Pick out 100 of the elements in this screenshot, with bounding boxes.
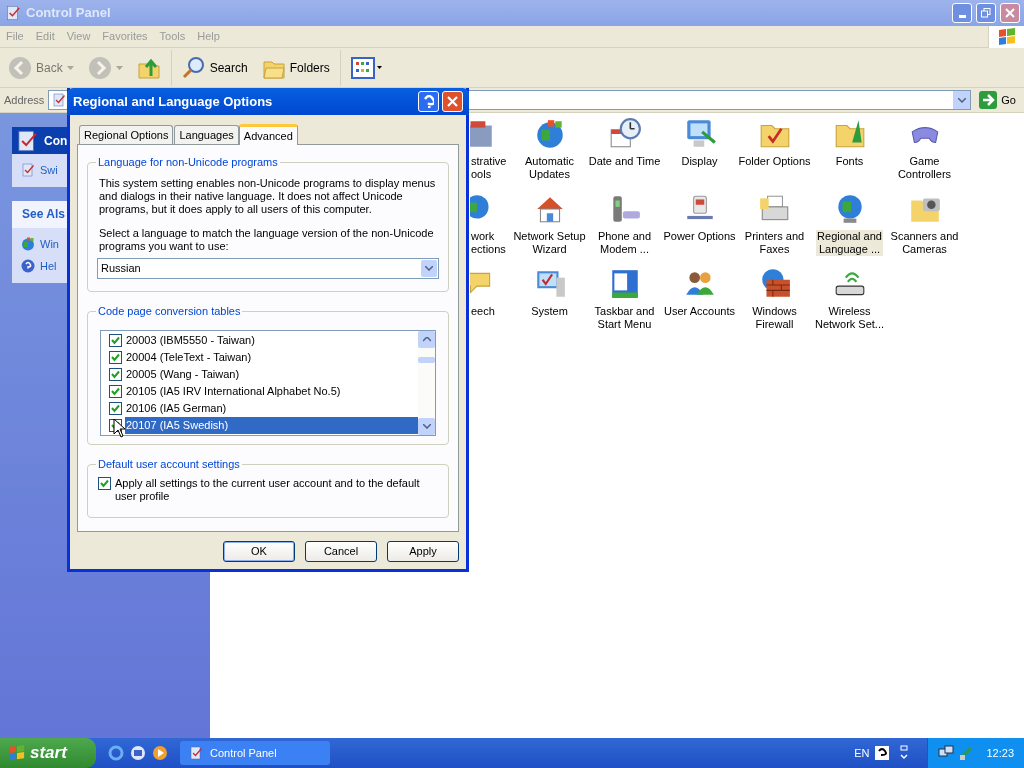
go-arrow-icon bbox=[979, 91, 998, 109]
control-panel-item[interactable]: Phone and Modem ... bbox=[587, 192, 662, 267]
list-item[interactable]: 20005 (Wang - Taiwan) bbox=[125, 365, 418, 383]
item-label: strative ools bbox=[470, 155, 508, 181]
checkbox[interactable] bbox=[109, 401, 122, 415]
mail-icon[interactable] bbox=[130, 745, 146, 761]
list-item[interactable]: 20106 (IA5 German) bbox=[125, 399, 418, 417]
close-button[interactable] bbox=[442, 91, 463, 112]
views-icon bbox=[350, 56, 383, 79]
control-panel-item[interactable]: Date and Time bbox=[587, 117, 662, 192]
item-label: Automatic Updates bbox=[524, 155, 575, 181]
dialog-title: Regional and Language Options bbox=[73, 92, 274, 111]
windows-flag-icon bbox=[996, 27, 1017, 46]
help-icon bbox=[423, 95, 434, 108]
item-label: work ections bbox=[470, 230, 507, 256]
minimize-button[interactable] bbox=[952, 3, 972, 23]
list-item[interactable]: 20004 (TeleText - Taiwan) bbox=[125, 348, 418, 366]
restore-icon[interactable] bbox=[899, 745, 910, 761]
item-label: Fonts bbox=[834, 155, 865, 168]
list-item[interactable]: 20105 (IA5 IRV International Alphabet No.5) bbox=[125, 382, 418, 400]
panel-header[interactable]: See Als bbox=[12, 200, 67, 228]
checkbox[interactable] bbox=[109, 384, 122, 398]
control-panel-item[interactable]: Network Setup Wizard bbox=[512, 192, 587, 267]
help-icon bbox=[20, 258, 36, 275]
task-link[interactable]: Win bbox=[40, 235, 59, 252]
group-title: Code page conversion tables bbox=[97, 304, 242, 319]
control-panel-item[interactable]: Folder Options bbox=[737, 117, 812, 192]
scroll-down-icon[interactable] bbox=[418, 417, 435, 435]
item-label: Taskbar and Start Menu bbox=[593, 305, 656, 331]
scrollbar[interactable] bbox=[418, 330, 435, 435]
caret-icon bbox=[66, 65, 74, 70]
tab[interactable]: Languages bbox=[174, 125, 239, 144]
start-button[interactable]: start bbox=[0, 738, 96, 768]
control-panel-item[interactable]: Wireless Network Set... bbox=[812, 267, 887, 342]
checkbox[interactable] bbox=[98, 476, 111, 490]
item-label: eech bbox=[470, 305, 496, 318]
media-player-icon[interactable] bbox=[152, 745, 168, 761]
control-panel-item[interactable]: Regional and Language ... bbox=[812, 192, 887, 267]
control-panel-item[interactable]: System bbox=[512, 267, 587, 342]
language-select[interactable]: Russian bbox=[97, 257, 439, 279]
checkbox-label[interactable]: Apply all settings to the current user account and to the default user profile bbox=[115, 476, 438, 503]
control-panel-item[interactable]: Power Options bbox=[662, 192, 737, 267]
control-panel-icon bbox=[20, 162, 36, 179]
item-label: Phone and Modem ... bbox=[596, 230, 653, 256]
control-panel-icon bbox=[188, 745, 204, 761]
group-title: Language for non-Unicode programs bbox=[97, 155, 279, 170]
taskbar-button[interactable]: Control Panel bbox=[180, 741, 330, 765]
checkbox[interactable] bbox=[109, 367, 122, 381]
checkbox[interactable] bbox=[109, 333, 122, 347]
scroll-up-icon[interactable] bbox=[418, 330, 435, 348]
panel-title: Con bbox=[44, 132, 68, 150]
control-panel-item[interactable]: Taskbar and Start Menu bbox=[587, 267, 662, 342]
item-label: Display bbox=[680, 155, 719, 168]
item-label: Printers and Faxes bbox=[743, 230, 806, 256]
browser-icon[interactable] bbox=[108, 745, 124, 761]
list-item[interactable]: 20003 (IBM5550 - Taiwan) bbox=[125, 331, 418, 349]
control-panel-item[interactable]: Game Controllers bbox=[887, 117, 962, 192]
item-label: Regional and Language ... bbox=[816, 230, 883, 256]
tab[interactable]: Regional Options bbox=[79, 125, 174, 144]
dialog-button[interactable]: Apply bbox=[387, 541, 459, 562]
control-panel-item[interactable]: Scanners and Cameras bbox=[887, 192, 962, 267]
control-panel-item[interactable]: Automatic Updates bbox=[512, 117, 587, 192]
dialog-button[interactable]: Cancel bbox=[305, 541, 377, 562]
control-panel-item[interactable]: eech bbox=[470, 267, 512, 342]
list-item[interactable]: 20107 (IA5 Swedish) bbox=[125, 416, 418, 434]
item-label: Date and Time bbox=[587, 155, 662, 168]
description-text: This system setting enables non-Unicode programs to display menus and dialogs in their native language. It does not affect Unicode programs, but it does apply to all users of this computer. bbox=[99, 175, 437, 216]
control-panel-item[interactable]: Display bbox=[662, 117, 737, 192]
task-link[interactable]: Hel bbox=[40, 258, 57, 275]
item-label: Network Setup Wizard bbox=[512, 230, 587, 256]
address-label: Address bbox=[4, 92, 45, 108]
prompt-text: Select a language to match the language version of the non-Unicode programs you want to use: bbox=[99, 226, 435, 253]
control-panel-item[interactable]: Fonts bbox=[812, 117, 887, 192]
control-panel-item[interactable]: User Accounts bbox=[662, 267, 737, 342]
restore-button[interactable] bbox=[976, 3, 996, 23]
close-icon bbox=[447, 96, 458, 107]
scroll-thumb[interactable] bbox=[418, 356, 435, 363]
item-label: Wireless Network Set... bbox=[813, 305, 886, 331]
item-label: Game Controllers bbox=[896, 155, 953, 181]
caret-icon bbox=[115, 65, 123, 70]
item-label: User Accounts bbox=[663, 305, 736, 318]
go-button[interactable]: Go bbox=[975, 91, 1020, 109]
restore-icon bbox=[981, 8, 991, 18]
task-link[interactable]: Swi bbox=[40, 162, 58, 179]
checkbox[interactable] bbox=[109, 350, 122, 364]
windows-flag-icon bbox=[8, 745, 26, 761]
panel-header[interactable]: Con bbox=[12, 127, 67, 154]
control-panel-item[interactable]: Printers and Faxes bbox=[737, 192, 812, 267]
tab[interactable]: Advanced bbox=[238, 124, 298, 145]
window-title: Control Panel bbox=[26, 4, 111, 23]
language-indicator[interactable]: EN bbox=[854, 744, 870, 762]
item-label: Folder Options bbox=[737, 155, 812, 168]
help-icon[interactable] bbox=[875, 746, 890, 760]
help-button[interactable] bbox=[418, 91, 439, 112]
control-panel-item[interactable]: Windows Firewall bbox=[737, 267, 812, 342]
control-panel-item[interactable]: strative ools bbox=[470, 117, 512, 192]
close-button[interactable] bbox=[1000, 3, 1020, 23]
toolbar-button[interactable]: Folders bbox=[257, 49, 334, 86]
toolbar-button[interactable]: Search bbox=[177, 49, 252, 86]
dialog-button[interactable]: OK bbox=[223, 541, 295, 562]
